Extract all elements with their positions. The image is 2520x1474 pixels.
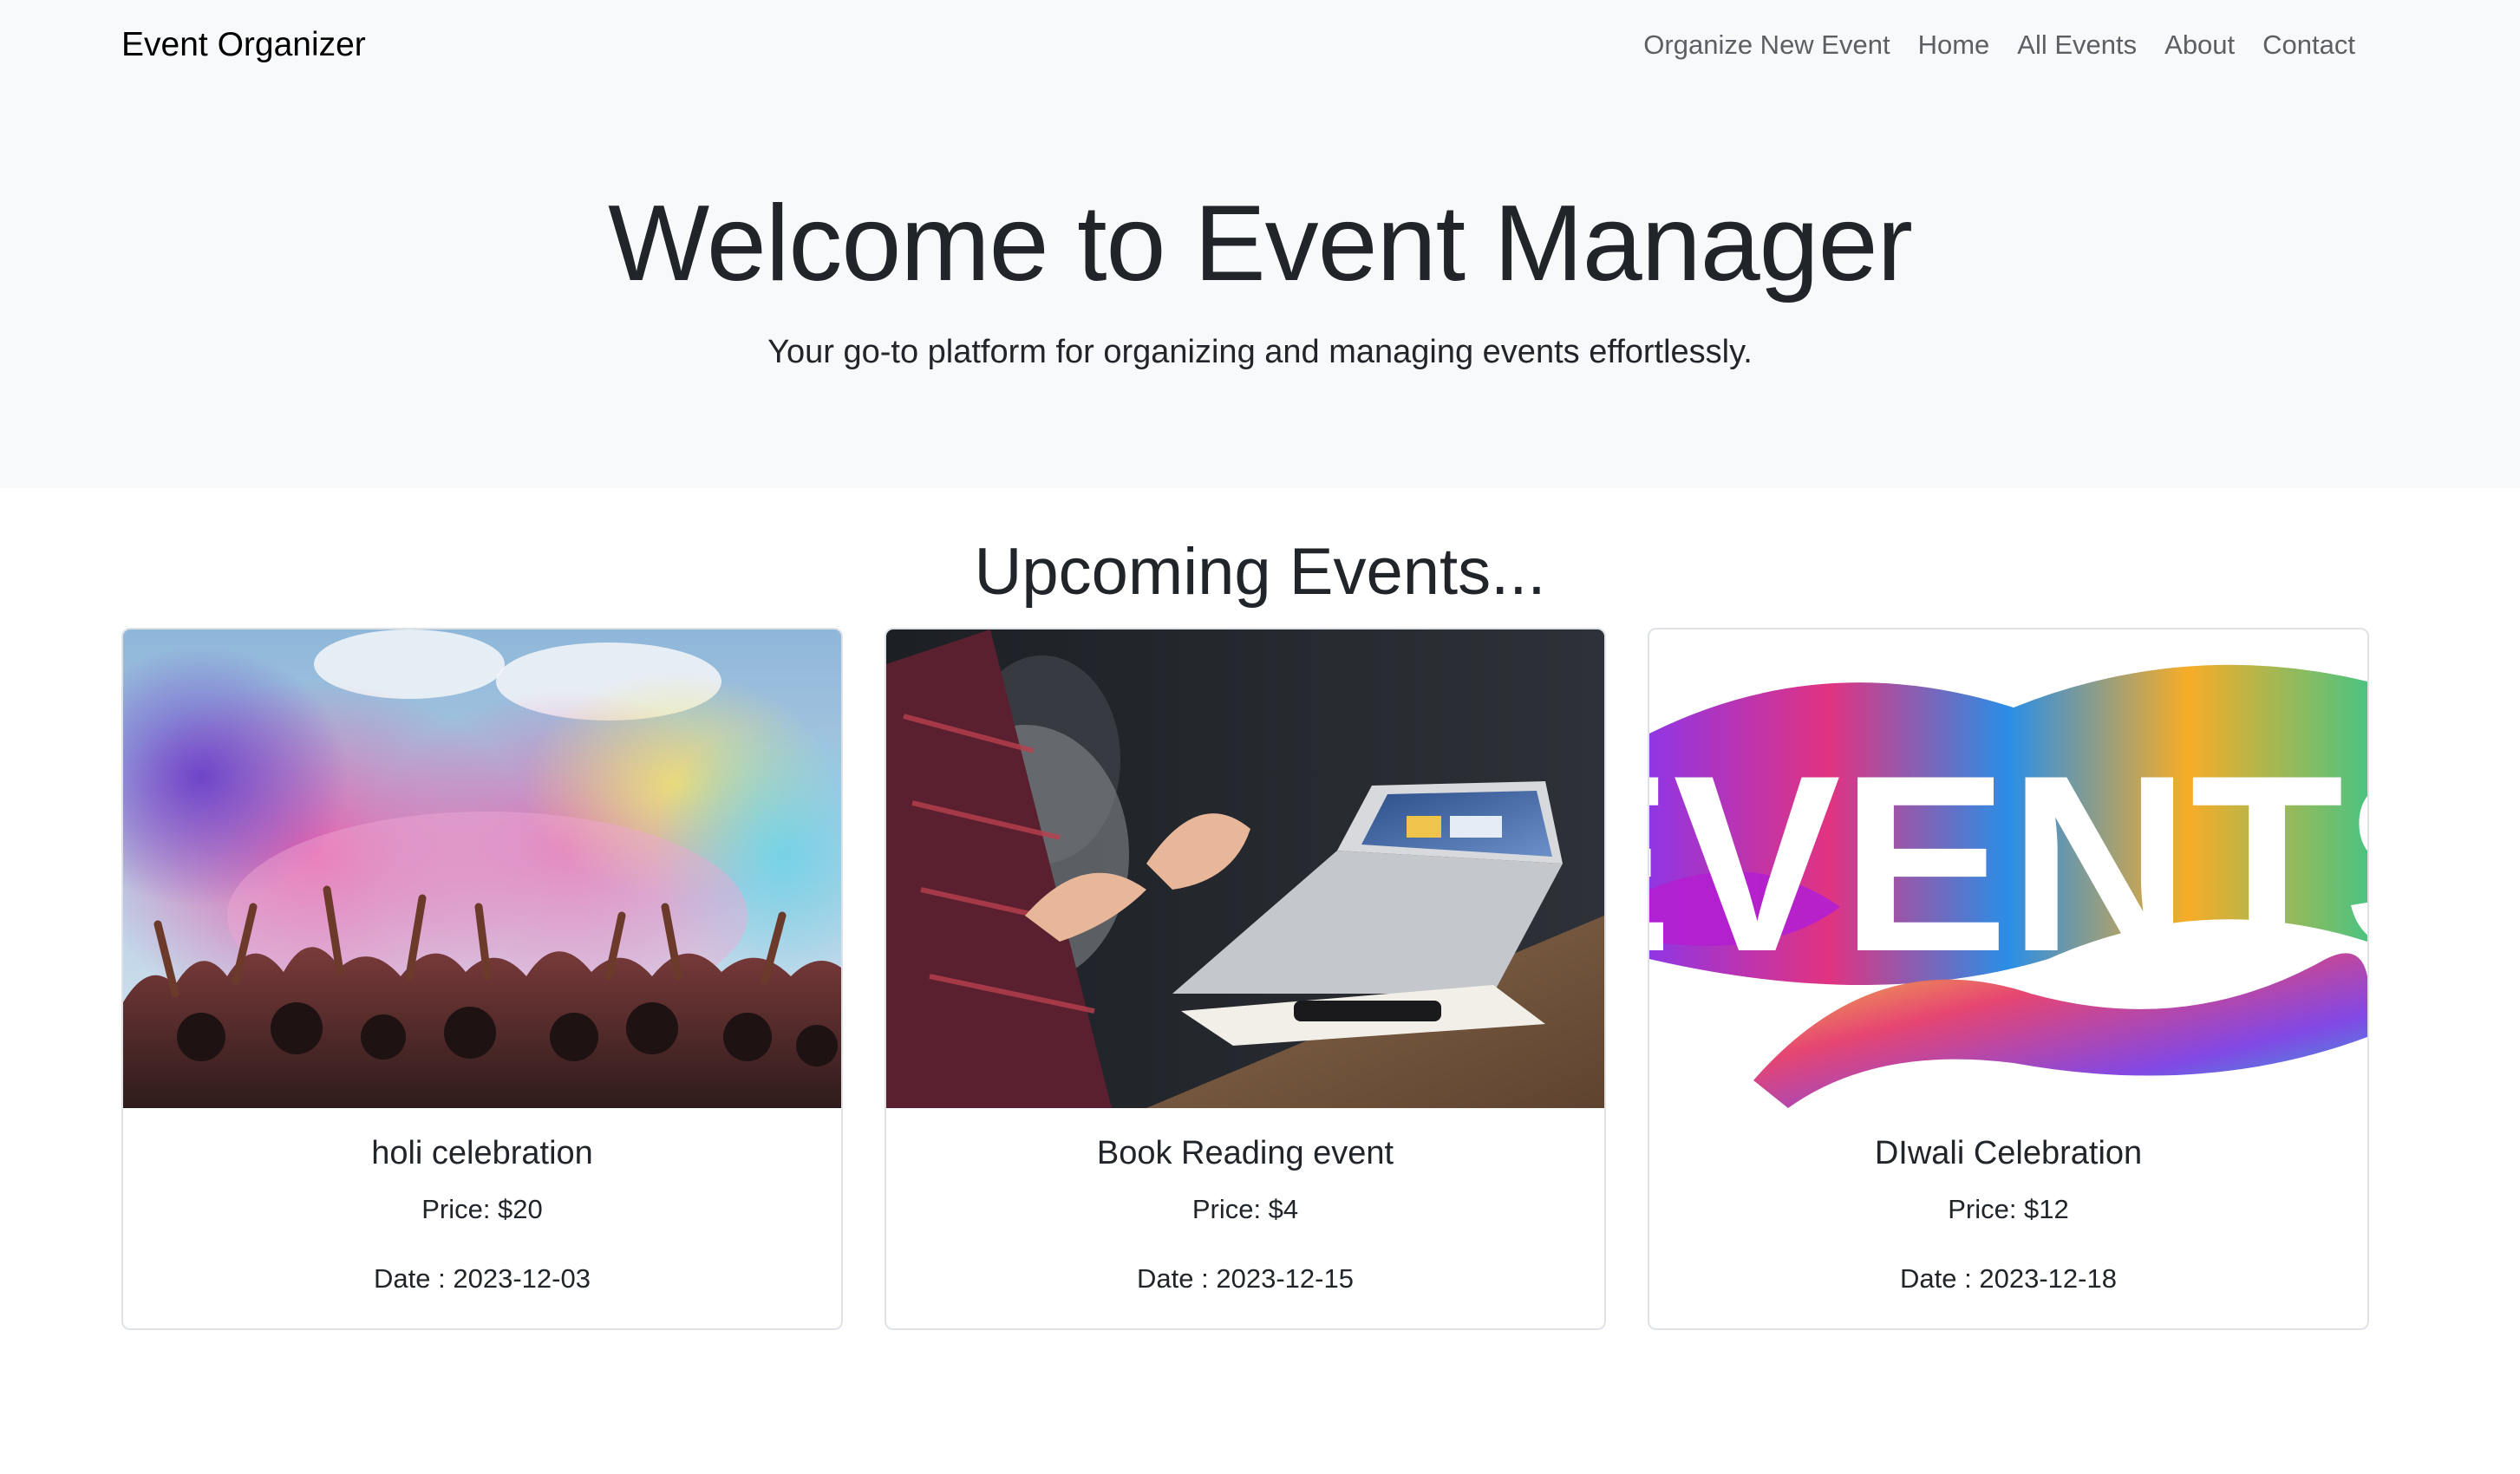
nav-contact[interactable]: Contact <box>2262 29 2355 61</box>
event-title[interactable]: DIwali Celebration <box>1649 1135 2367 1172</box>
hero-title: Welcome to Event Manager <box>608 184 1913 303</box>
event-title[interactable]: Book Reading event <box>886 1135 1604 1172</box>
holi-color-crowd-photo <box>123 629 841 1108</box>
hero-section: Event Organizer Organize New Event Home … <box>0 0 2520 488</box>
event-date: Date : 2023-12-18 <box>1900 1263 2117 1294</box>
hero-subtitle: Your go-to platform for organizing and m… <box>767 334 1753 370</box>
event-price: Price: $4 <box>1191 1194 1299 1224</box>
events-banner-text: EVENTS <box>1649 723 2367 1004</box>
upcoming-events-title: Upcoming Events... <box>974 535 1546 609</box>
main-nav: Organize New Event Home All Events About… <box>1643 29 2355 61</box>
event-price: Price: $20 <box>421 1194 543 1224</box>
brand-logo[interactable]: Event Organizer <box>121 26 366 64</box>
book-reading-meeting-laptop-photo <box>886 629 1604 1108</box>
events-colorful-paint-banner: EVENTS <box>1649 629 2367 1108</box>
nav-home[interactable]: Home <box>1918 29 1990 61</box>
event-card-holi[interactable]: holi celebration Price: $20 Date : 2023-… <box>121 628 843 1330</box>
event-date: Date : 2023-12-15 <box>1137 1263 1354 1294</box>
event-price: Price: $12 <box>1948 1194 2069 1224</box>
nav-all-events[interactable]: All Events <box>2017 29 2137 61</box>
event-card-diwali[interactable]: EVENTS DIwali Celebration Price: $12 Dat… <box>1648 628 2369 1330</box>
nav-organize-new-event[interactable]: Organize New Event <box>1643 29 1890 61</box>
event-date: Date : 2023-12-03 <box>374 1263 591 1294</box>
nav-about[interactable]: About <box>2164 29 2235 61</box>
event-card-book-reading[interactable]: Book Reading event Price: $4 Date : 2023… <box>885 628 1606 1330</box>
event-title[interactable]: holi celebration <box>123 1135 841 1172</box>
